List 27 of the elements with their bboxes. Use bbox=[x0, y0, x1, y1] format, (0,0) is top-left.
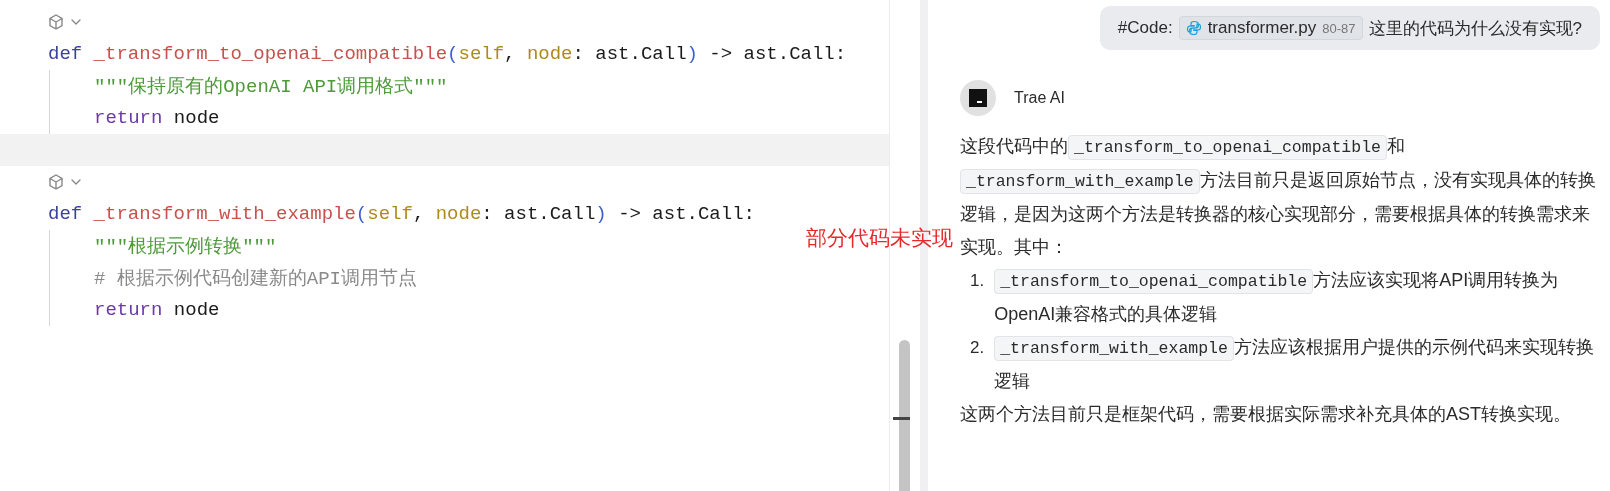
list-item-text: _transform_to_openai_compatible 方法应该实现将API调用转换为OpenAI兼容格式的具体逻辑 bbox=[994, 268, 1560, 326]
avatar bbox=[960, 80, 996, 116]
scroll-marker bbox=[893, 417, 911, 420]
inline-code: _transform_with_example bbox=[994, 336, 1234, 361]
list-number: 1. bbox=[970, 270, 985, 292]
inline-code: _transform_with_example bbox=[960, 169, 1200, 194]
assistant-name: Trae AI bbox=[1014, 89, 1065, 107]
file-chip[interactable]: transformer.py 80-87 bbox=[1178, 16, 1363, 40]
inline-code: _transform_to_openai_compatible bbox=[1068, 135, 1387, 160]
code-line: return node bbox=[0, 294, 890, 326]
message-text: 这里的代码为什么没有实现? bbox=[1368, 17, 1582, 40]
code-line: def _transform_to_openai_compatible(self, node: ast.Call) -> ast.Call: bbox=[47, 42, 848, 67]
code-line: """保持原有的OpenAI API调用格式""" bbox=[0, 70, 890, 102]
code-line: return node bbox=[0, 102, 890, 134]
cube-icon[interactable] bbox=[48, 14, 64, 30]
inline-code: _transform_to_openai_compatible bbox=[994, 269, 1314, 294]
code-line: def _transform_with_example(self, node: ast.Call) -> ast.Call: bbox=[47, 202, 756, 227]
code-prefix: #Code: bbox=[1117, 18, 1173, 38]
list-number: 2. bbox=[970, 337, 985, 359]
list-item-text: _transform_with_example 方法应该根据用户提供的示例代码来实现转换逻辑 bbox=[994, 335, 1595, 393]
answer-paragraph: 这两个方法目前只是框架代码，需要根据实际需求补充具体的AST转换实现。 bbox=[960, 403, 1572, 426]
scrollbar-thumb[interactable] bbox=[899, 340, 911, 491]
annotation-text: 部分代码未实现 bbox=[806, 225, 953, 252]
python-icon bbox=[1185, 20, 1202, 36]
answer-paragraph: 这段代码中的 _transform_to_openai_compatible 和 _transform_with_example 方法目前只是返回原始节点，没有实现具体的转换逻辑，是因为这两个方法是转换器的核心实现部分，需要根据具体的转换需求来实现。其中： bbox=[960, 134, 1597, 259]
cube-icon[interactable] bbox=[48, 174, 64, 190]
code-line: # 根据示例代码创建新的API调用节点 bbox=[0, 262, 890, 294]
